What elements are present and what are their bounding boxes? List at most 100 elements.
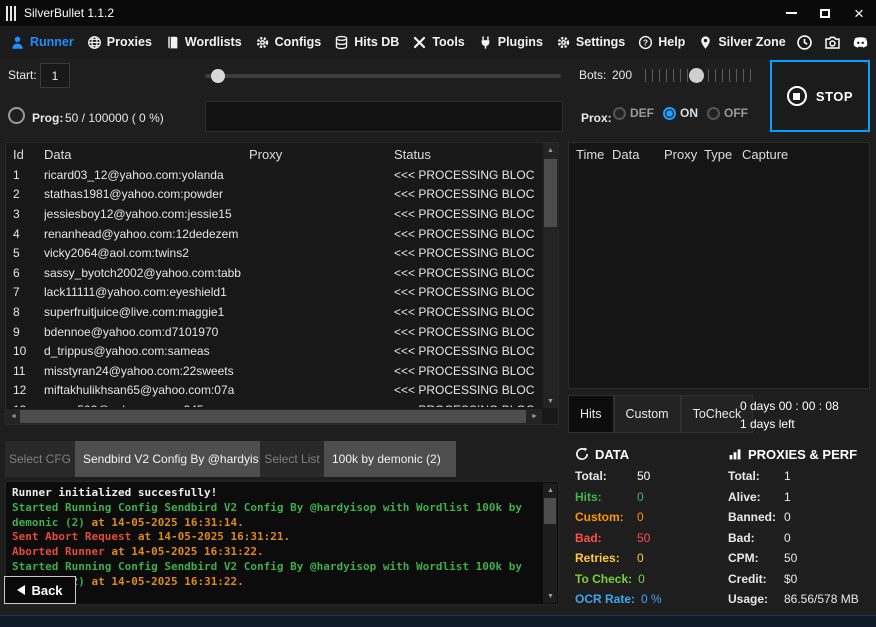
close-button[interactable]: × bbox=[842, 0, 876, 26]
nav-item-help[interactable]: ?Help bbox=[638, 35, 685, 50]
column-header-type[interactable]: Type bbox=[704, 147, 742, 162]
vertical-scrollbar[interactable]: ▲ ▼ bbox=[543, 143, 558, 408]
scroll-up-icon[interactable]: ▲ bbox=[543, 143, 558, 157]
cell-data: superfruitjuice@live.com:maggie1 bbox=[44, 305, 249, 319]
nav-item-proxies[interactable]: Proxies bbox=[87, 35, 152, 50]
stat-value: 0 % bbox=[641, 592, 662, 606]
log-scroll-thumb[interactable] bbox=[544, 498, 556, 524]
prox-option-off[interactable]: OFF bbox=[707, 106, 748, 120]
hits-table-header: Time Data Proxy Type Capture bbox=[569, 143, 869, 165]
nav-quick-icons bbox=[796, 34, 876, 51]
cell-id: 8 bbox=[6, 305, 44, 319]
result-row[interactable]: 13sperry503@yahoo.com:zv345cv<<< PROCESS… bbox=[6, 400, 543, 407]
column-header-data[interactable]: Data bbox=[612, 147, 664, 162]
scroll-down-icon[interactable]: ▼ bbox=[543, 589, 558, 603]
camera-button[interactable] bbox=[824, 34, 841, 51]
stop-button[interactable]: STOP bbox=[770, 60, 870, 132]
result-row[interactable]: 5vicky2064@aol.com:twins2<<< PROCESSING … bbox=[6, 243, 543, 263]
app-logo-icon bbox=[6, 6, 16, 21]
scroll-left-icon[interactable]: ◄ bbox=[6, 409, 21, 424]
scroll-down-icon[interactable]: ▼ bbox=[543, 394, 558, 408]
history-button[interactable] bbox=[796, 34, 813, 51]
main-nav: Runner Proxies Wordlists Configs Hits DB Tool… bbox=[0, 26, 876, 58]
column-header-data[interactable]: Data bbox=[44, 147, 249, 162]
nav-item-configs[interactable]: Configs bbox=[255, 35, 322, 50]
result-row[interactable]: 4renanhead@yahoo.com:12dedezem<<< PROCES… bbox=[6, 224, 543, 244]
nav-item-label: Settings bbox=[576, 35, 625, 49]
maximize-button[interactable] bbox=[808, 0, 842, 26]
column-header-status[interactable]: Status bbox=[394, 147, 558, 162]
column-header-id[interactable]: Id bbox=[6, 147, 44, 162]
nav-item-label: Runner bbox=[30, 35, 74, 49]
cell-id: 1 bbox=[6, 168, 44, 182]
stat-label: To Check: bbox=[575, 572, 632, 586]
prox-option-def[interactable]: DEF bbox=[613, 106, 654, 120]
stat-alive: Alive:1 bbox=[728, 487, 870, 508]
close-icon: × bbox=[854, 5, 864, 22]
selected-wordlist-button[interactable]: 100k by demonic (2) bbox=[324, 441, 456, 477]
nav-item-label: Plugins bbox=[498, 35, 543, 49]
runner-timer: 0 days 00 : 00 : 08 1 days left bbox=[740, 399, 839, 431]
nav-item-settings[interactable]: Settings bbox=[556, 35, 625, 50]
progress-label: Prog: bbox=[32, 111, 63, 125]
tab-hits[interactable]: Hits bbox=[568, 395, 614, 433]
nav-item-label: Silver Zone bbox=[718, 35, 785, 49]
result-row[interactable]: 2stathas1981@yahoo.com:powder<<< PROCESS… bbox=[6, 185, 543, 205]
result-row[interactable]: 7lack11111@yahoo.com:eyeshield1<<< PROCE… bbox=[6, 283, 543, 303]
column-header-proxy[interactable]: Proxy bbox=[249, 147, 394, 162]
start-slider[interactable] bbox=[205, 74, 561, 78]
select-wordlist-button[interactable]: Select List bbox=[260, 441, 324, 477]
nav-item-hits-db[interactable]: Hits DB bbox=[334, 35, 399, 50]
start-slider-knob[interactable] bbox=[211, 69, 225, 83]
stat-label: Bad: bbox=[575, 531, 631, 545]
nav-item-tools[interactable]: Tools bbox=[412, 35, 464, 50]
cell-status: <<< PROCESSING BLOC bbox=[394, 168, 543, 182]
result-row[interactable]: 10d_trippus@yahoo.com:sameas<<< PROCESSI… bbox=[6, 341, 543, 361]
app-window: SilverBullet 1.1.2 × RunnerProxiesWordli… bbox=[0, 0, 876, 627]
nav-item-wordlists[interactable]: Wordlists bbox=[165, 35, 242, 50]
nav-item-plugins[interactable]: Plugins bbox=[478, 35, 543, 50]
result-row[interactable]: 12miftakhulikhsan65@yahoo.com:07a<<< PRO… bbox=[6, 381, 543, 401]
stat-value: $0 bbox=[784, 572, 797, 586]
cell-data: misstyran24@yahoo.com:22sweets bbox=[44, 364, 249, 378]
stat-label: OCR Rate: bbox=[575, 592, 635, 606]
horizontal-scrollbar[interactable]: ◄ ► bbox=[6, 409, 542, 424]
selected-config-button[interactable]: Sendbird V2 Config By @hardyis bbox=[75, 441, 260, 477]
nav-item-runner[interactable]: Runner bbox=[10, 35, 74, 50]
bots-slider-knob[interactable] bbox=[689, 68, 704, 83]
nav-item-label: Wordlists bbox=[185, 35, 242, 49]
cell-id: 4 bbox=[6, 227, 44, 241]
log-scrollbar[interactable]: ▲ ▼ bbox=[543, 483, 557, 603]
result-row[interactable]: 1ricard03_12@yahoo.com:yolanda<<< PROCES… bbox=[6, 165, 543, 185]
result-row[interactable]: 3jessiesboy12@yahoo.com:jessie15<<< PROC… bbox=[6, 204, 543, 224]
scroll-right-icon[interactable]: ► bbox=[527, 409, 542, 424]
log-line: Sent Abort Request at 14-05-2025 16:31:2… bbox=[12, 530, 540, 545]
prox-option-on[interactable]: ON bbox=[663, 106, 698, 120]
nav-item-silver-zone[interactable]: Silver Zone bbox=[698, 35, 785, 50]
cell-data: jessiesboy12@yahoo.com:jessie15 bbox=[44, 207, 249, 221]
stat-value: 0 bbox=[637, 510, 644, 524]
vertical-scroll-thumb[interactable] bbox=[544, 159, 557, 227]
prox-option-label: ON bbox=[680, 106, 698, 120]
result-row[interactable]: 9bdennoe@yahoo.com:d7101970<<< PROCESSIN… bbox=[6, 322, 543, 342]
scroll-up-icon[interactable]: ▲ bbox=[543, 483, 558, 497]
column-header-proxy[interactable]: Proxy bbox=[664, 147, 704, 162]
tab-custom[interactable]: Custom bbox=[614, 395, 681, 433]
result-row[interactable]: 6sassy_byotch2002@yahoo.com:tabb<<< PROC… bbox=[6, 263, 543, 283]
log-panel: Runner initialized succesfully!Started R… bbox=[5, 481, 559, 605]
select-config-button[interactable]: Select CFG bbox=[5, 441, 75, 477]
column-header-capture[interactable]: Capture bbox=[742, 147, 869, 162]
discord-button[interactable] bbox=[852, 34, 869, 51]
bots-slider[interactable] bbox=[645, 66, 757, 86]
result-row[interactable]: 8superfruitjuice@live.com:maggie1<<< PRO… bbox=[6, 302, 543, 322]
log-line: Started Running Config Sendbird V2 Confi… bbox=[12, 560, 540, 590]
column-header-time[interactable]: Time bbox=[576, 147, 612, 162]
proxies-perf-section: PROXIES & PERF Total:1Alive:1Banned:0Bad… bbox=[728, 444, 870, 610]
minimize-button[interactable] bbox=[774, 0, 808, 26]
back-button[interactable]: Back bbox=[4, 576, 76, 604]
start-input[interactable] bbox=[40, 63, 70, 88]
config-bar: Select CFG Sendbird V2 Config By @hardyi… bbox=[5, 441, 456, 477]
nav-item-label: Help bbox=[658, 35, 685, 49]
horizontal-scroll-thumb[interactable] bbox=[20, 410, 526, 423]
result-row[interactable]: 11misstyran24@yahoo.com:22sweets<<< PROC… bbox=[6, 361, 543, 381]
